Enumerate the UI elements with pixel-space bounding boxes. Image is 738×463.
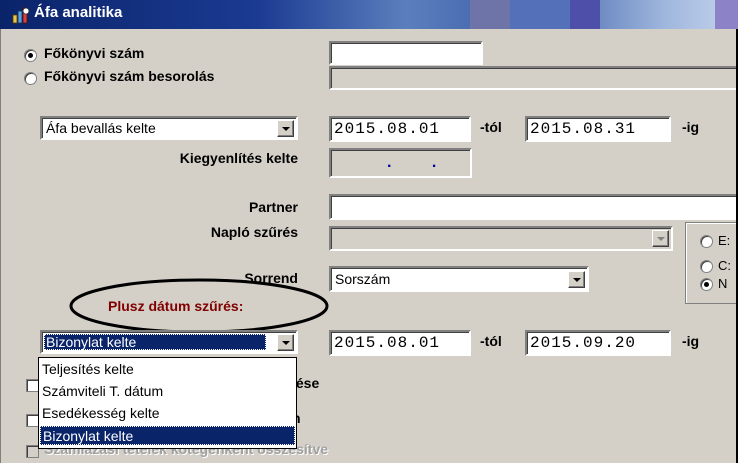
chevron-down-icon[interactable] (277, 120, 294, 137)
naplo-label: Napló szűrés (210, 224, 298, 240)
radio-dot (704, 282, 709, 287)
partner-value (331, 198, 337, 216)
to-suffix-1: -ig (682, 119, 700, 135)
date-to-value-1: 2015.08.31 (530, 120, 637, 138)
besorolas-input[interactable] (329, 66, 738, 90)
date-to-input-2[interactable]: 2015.09.20 (525, 330, 671, 356)
radio-right-2-label[interactable]: C: (718, 258, 731, 273)
sorrend-value: Sorszám (335, 271, 391, 287)
dropdown-option[interactable]: Számviteli T. dátum (40, 382, 295, 401)
date-type-select-1-value: Áfa bevallás kelte (46, 120, 156, 136)
date-from-input-2[interactable]: 2015.08.01 (329, 330, 471, 356)
kiegyenlites-input[interactable]: . . (329, 148, 472, 178)
from-suffix-1: -tól (480, 119, 502, 135)
radio-besorolas-label[interactable]: Főkönyvi szám besorolás (44, 68, 214, 84)
date-from-input-1[interactable]: 2015.08.01 (329, 116, 471, 142)
title-bar-segment (715, 0, 738, 29)
kiegyenlites-label: Kiegyenlítés kelte (179, 150, 298, 166)
window-title: Áfa analitika (34, 4, 123, 21)
date-to-input-1[interactable]: 2015.08.31 (525, 116, 671, 142)
title-bar-segment (570, 0, 600, 29)
date-from-value-2: 2015.08.01 (334, 334, 441, 352)
from-suffix-2: -tól (480, 333, 502, 349)
sorrend-select[interactable]: Sorszám (329, 266, 589, 292)
fokonyvi-szam-value (331, 45, 337, 63)
analytics-icon (12, 6, 30, 24)
plusz-datum-label: Plusz dátum szűrés: (108, 298, 244, 314)
radio-dot (28, 53, 33, 58)
date-type-select-2-value: Bizonylat kelte (46, 334, 137, 350)
radio-fokonyvi-szam[interactable] (24, 49, 37, 62)
radio-right-1-label[interactable]: E: (718, 233, 730, 248)
partner-input[interactable] (329, 194, 738, 220)
chevron-down-icon[interactable] (568, 271, 585, 288)
fokonyvi-szam-input[interactable] (329, 41, 483, 65)
date-type-dropdown-list: Teljesítés kelte Számviteli T. dátum Ese… (38, 357, 297, 449)
title-bar-segment (510, 0, 570, 29)
radio-right-2[interactable] (700, 260, 713, 273)
radio-right-3-label[interactable]: N (718, 276, 727, 291)
dropdown-option-selected[interactable]: Bizonylat kelte (40, 426, 295, 445)
date-from-value-1: 2015.08.01 (334, 120, 441, 138)
chevron-down-icon[interactable] (277, 334, 294, 351)
radio-fokonyvi-szam-label[interactable]: Főkönyvi szám (44, 45, 144, 61)
title-bar: Áfa analitika (0, 0, 738, 29)
partner-label: Partner (248, 199, 298, 215)
chevron-down-icon[interactable] (652, 230, 669, 247)
radio-right-1[interactable] (700, 235, 713, 248)
dropdown-option[interactable]: Esedékesség kelte (40, 404, 295, 423)
date-type-select-2[interactable]: Bizonylat kelte (40, 330, 298, 354)
radio-besorolas[interactable] (24, 72, 37, 85)
radio-right-3[interactable] (700, 278, 713, 291)
dropdown-option[interactable]: Teljesítés kelte (40, 360, 295, 379)
title-bar-segment (470, 0, 510, 29)
date-to-value-2: 2015.09.20 (530, 334, 637, 352)
kiegyenlites-value: . . (387, 154, 455, 171)
to-suffix-2: -ig (682, 333, 700, 349)
date-type-select-1[interactable]: Áfa bevallás kelte (40, 116, 298, 140)
naplo-select[interactable] (329, 226, 673, 251)
